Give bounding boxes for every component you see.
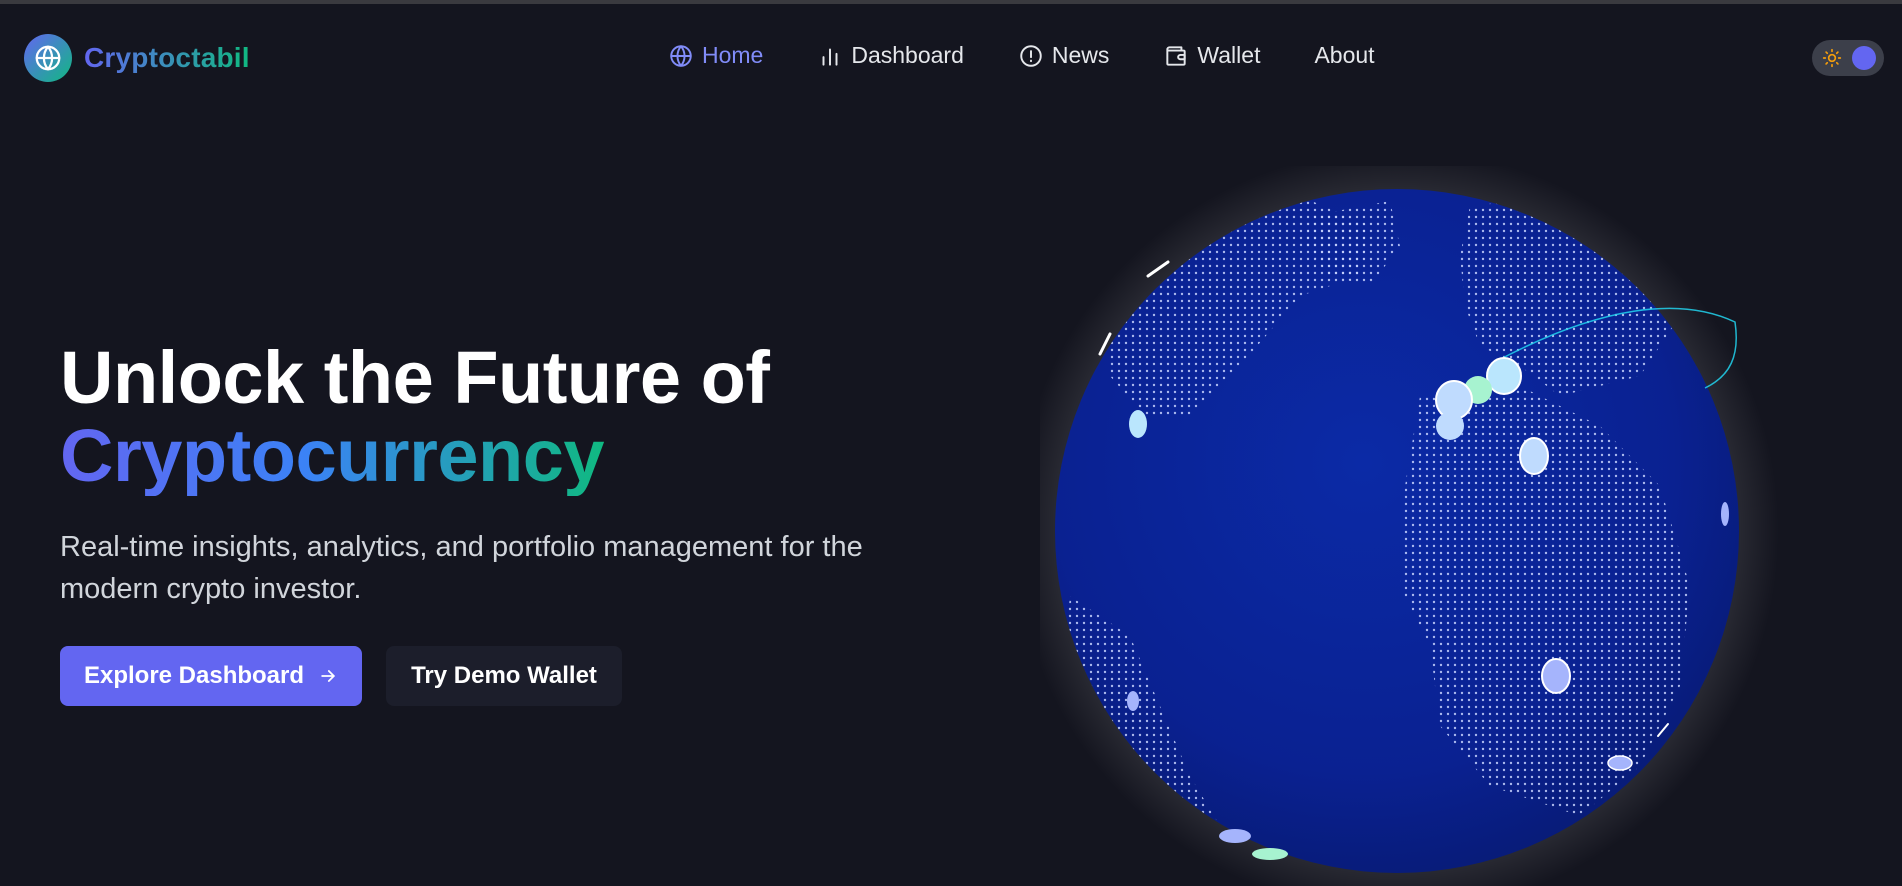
arrow-right-icon [321,670,335,682]
nav-item-home[interactable]: Home [668,42,763,69]
cta-row: Explore Dashboard Try Demo Wallet [60,646,980,706]
main-menu: Home Dashboard News Wallet About [668,42,1375,69]
hero-title-accent: Cryptocurrency [60,414,605,497]
nav-item-home-label: Home [702,42,764,68]
location-marker [1519,437,1549,475]
nav-item-dashboard-label: Dashboard [851,42,964,68]
explore-dashboard-label: Explore Dashboard [83,662,305,689]
nav-item-news-label: News [1051,42,1110,68]
brand-name: Cryptoctabil [84,42,250,73]
globe-icon [24,34,72,82]
try-demo-wallet-button[interactable]: Try Demo Wallet [386,646,622,706]
location-marker [1436,412,1464,440]
location-marker [1721,502,1729,526]
globe-graphic [1015,149,1779,886]
hero-title: Unlock the Future of Cryptocurrency [60,340,980,496]
nav-item-news[interactable]: News [1018,42,1110,69]
sun-icon [1822,48,1842,68]
location-marker [1219,829,1251,843]
bar-chart-icon [822,48,838,66]
wallet-icon [1166,45,1187,66]
theme-toggle[interactable] [1812,40,1884,76]
location-marker [1607,755,1633,771]
location-marker [1127,691,1139,711]
hero-subtitle: Real-time insights, analytics, and portf… [60,531,863,605]
brand[interactable]: Cryptoctabil [24,34,250,82]
location-marker [1129,410,1147,438]
globe-visual[interactable] [1015,149,1800,886]
hero-title-line1: Unlock the Future of [60,336,770,419]
theme-toggle-knob [1852,46,1876,70]
hero-section: Unlock the Future of Cryptocurrency Real… [60,340,980,706]
location-marker [1541,658,1571,694]
try-demo-wallet-label: Try Demo Wallet [411,662,597,689]
explore-dashboard-button[interactable]: Explore Dashboard [60,646,362,706]
nav-item-dashboard[interactable]: Dashboard [817,42,964,69]
nav-item-about[interactable]: About [1314,42,1374,69]
globe-icon [670,44,692,67]
nav-item-wallet[interactable]: Wallet [1163,42,1260,69]
alert-circle-icon [1020,44,1042,67]
location-marker [1486,357,1522,395]
nav-item-about-label: About [1314,42,1375,68]
navbar: Cryptoctabil Home Dashboard News Wallet … [0,4,1902,112]
location-marker [1252,848,1288,860]
nav-item-wallet-label: Wallet [1197,42,1261,68]
